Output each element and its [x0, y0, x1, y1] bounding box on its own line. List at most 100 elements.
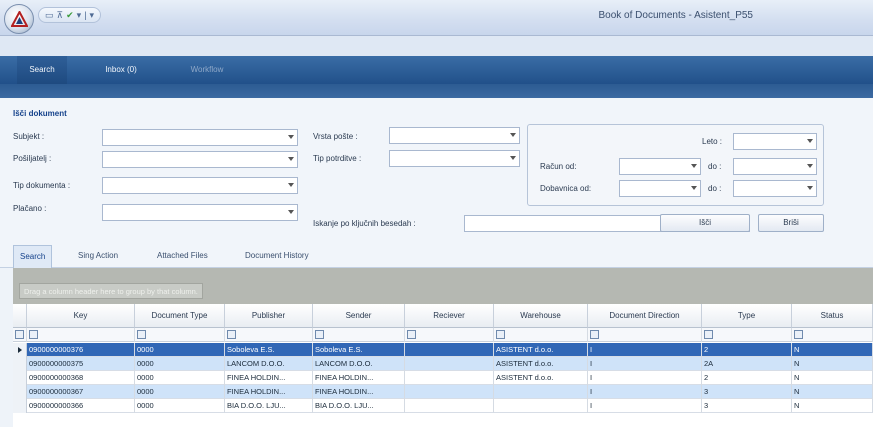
- main-tab-bar: Search Inbox (0) Workflow: [0, 56, 873, 84]
- cell-type: 3: [702, 399, 792, 413]
- cell-document-direction: I: [588, 343, 702, 357]
- column-header-status[interactable]: Status: [792, 304, 873, 328]
- table-row[interactable]: 0900000000375 0000 LANCOM D.O.O. LANCOM …: [13, 357, 873, 371]
- column-header-publisher[interactable]: Publisher: [225, 304, 313, 328]
- table-row[interactable]: 0900000000368 0000 FINEA HOLDIN... FINEA…: [13, 371, 873, 385]
- filter-cell-document-type[interactable]: [135, 328, 225, 342]
- current-row-icon: [18, 347, 22, 353]
- cell-key: 0900000000368: [27, 371, 135, 385]
- cell-document-direction: I: [588, 399, 702, 413]
- chevron-down-icon: [691, 186, 697, 190]
- racun-do-label: do :: [708, 162, 722, 171]
- cell-type: 2: [702, 371, 792, 385]
- subjekt-label: Subjekt :: [13, 132, 45, 141]
- chevron-down-icon: [510, 156, 516, 160]
- table-row[interactable]: 0900000000367 0000 FINEA HOLDIN... FINEA…: [13, 385, 873, 399]
- clear-button[interactable]: Briši: [758, 214, 824, 232]
- cell-reciever: [405, 371, 494, 385]
- placano-combo[interactable]: [102, 204, 298, 221]
- chevron-down-icon: [807, 164, 813, 168]
- filter-clear-cell[interactable]: [13, 328, 27, 342]
- panel-title: Išči dokument: [13, 109, 67, 118]
- cell-warehouse: [494, 385, 588, 399]
- tip-dokumenta-label: Tip dokumenta :: [13, 181, 71, 190]
- cell-warehouse: [494, 399, 588, 413]
- table-row[interactable]: 0900000000366 0000 BIA D.O.O. LJU... BIA…: [13, 399, 873, 413]
- filter-icon: [590, 330, 599, 339]
- dobavnica-do-combo[interactable]: [733, 180, 817, 197]
- tab-inbox[interactable]: Inbox (0): [98, 56, 144, 84]
- racun-do-combo[interactable]: [733, 158, 817, 175]
- filter-cell-reciever[interactable]: [405, 328, 494, 342]
- dobavnica-do-label: do :: [708, 184, 722, 193]
- racun-od-label: Račun od:: [540, 162, 577, 171]
- cell-publisher: BIA D.O.O. LJU...: [225, 399, 313, 413]
- cell-reciever: [405, 385, 494, 399]
- filter-cell-type[interactable]: [702, 328, 792, 342]
- cell-document-direction: I: [588, 371, 702, 385]
- cell-warehouse: ASISTENT d.o.o.: [494, 343, 588, 357]
- vrsta-poste-label: Vrsta pošte :: [313, 132, 358, 141]
- tab-workflow[interactable]: Workflow: [183, 56, 231, 84]
- tip-dokumenta-combo[interactable]: [102, 177, 298, 194]
- cell-sender: Soboleva E.S.: [313, 343, 405, 357]
- filter-icon: [137, 330, 146, 339]
- leto-combo[interactable]: [733, 133, 817, 150]
- table-row[interactable]: 0900000000376 0000 Soboleva E.S. Sobolev…: [13, 343, 873, 357]
- cell-document-type: 0000: [135, 357, 225, 371]
- filter-cell-publisher[interactable]: [225, 328, 313, 342]
- column-header-document-direction[interactable]: Document Direction: [588, 304, 702, 328]
- cell-status: N: [792, 371, 873, 385]
- filter-cell-warehouse[interactable]: [494, 328, 588, 342]
- group-hint: Drag a column header here to group by th…: [19, 283, 203, 299]
- group-panel: Drag a column header here to group by th…: [13, 268, 873, 304]
- row-indicator-header: [13, 304, 27, 328]
- racun-od-combo[interactable]: [619, 158, 701, 175]
- cell-type: 2: [702, 343, 792, 357]
- filter-cell-key[interactable]: [27, 328, 135, 342]
- cell-status: N: [792, 343, 873, 357]
- column-header-reciever[interactable]: Reciever: [405, 304, 494, 328]
- cell-status: N: [792, 357, 873, 371]
- row-indicator: [13, 371, 27, 385]
- filter-cell-sender[interactable]: [313, 328, 405, 342]
- column-header-warehouse[interactable]: Warehouse: [494, 304, 588, 328]
- clear-filter-icon: [15, 330, 24, 339]
- cell-type: 3: [702, 385, 792, 399]
- tab-sing-action[interactable]: Sing Action: [72, 245, 124, 268]
- posiljatelj-combo[interactable]: [102, 151, 298, 168]
- subjekt-combo[interactable]: [102, 129, 298, 146]
- column-header-key[interactable]: Key: [27, 304, 135, 328]
- filter-cell-status[interactable]: [792, 328, 873, 342]
- vrsta-poste-combo[interactable]: [389, 127, 520, 144]
- row-indicator: [13, 399, 27, 413]
- chevron-down-icon: [288, 157, 294, 161]
- tab-attached-files[interactable]: Attached Files: [151, 245, 214, 268]
- row-indicator: [13, 343, 27, 357]
- dobavnica-od-combo[interactable]: [619, 180, 701, 197]
- tab-bar-underline: [0, 84, 873, 98]
- filter-icon: [29, 330, 38, 339]
- tip-potrditve-combo[interactable]: [389, 150, 520, 167]
- cell-publisher: LANCOM D.O.O.: [225, 357, 313, 371]
- filter-icon: [407, 330, 416, 339]
- filter-icon: [704, 330, 713, 339]
- cell-document-type: 0000: [135, 385, 225, 399]
- chevron-down-icon: [807, 139, 813, 143]
- cell-sender: LANCOM D.O.O.: [313, 357, 405, 371]
- row-indicator: [13, 385, 27, 399]
- tab-search-results[interactable]: Search: [13, 245, 53, 268]
- tab-search[interactable]: Search: [17, 56, 67, 84]
- detail-tab-bar: Search Sing Action Attached Files Docume…: [0, 238, 873, 268]
- cell-warehouse: ASISTENT d.o.o.: [494, 357, 588, 371]
- column-header-sender[interactable]: Sender: [313, 304, 405, 328]
- cell-document-type: 0000: [135, 371, 225, 385]
- filter-icon: [794, 330, 803, 339]
- filter-icon: [496, 330, 505, 339]
- cell-reciever: [405, 357, 494, 371]
- tab-document-history[interactable]: Document History: [239, 245, 315, 268]
- search-button[interactable]: Išči: [660, 214, 750, 232]
- filter-cell-document-direction[interactable]: [588, 328, 702, 342]
- column-header-type[interactable]: Type: [702, 304, 792, 328]
- column-header-document-type[interactable]: Document Type: [135, 304, 225, 328]
